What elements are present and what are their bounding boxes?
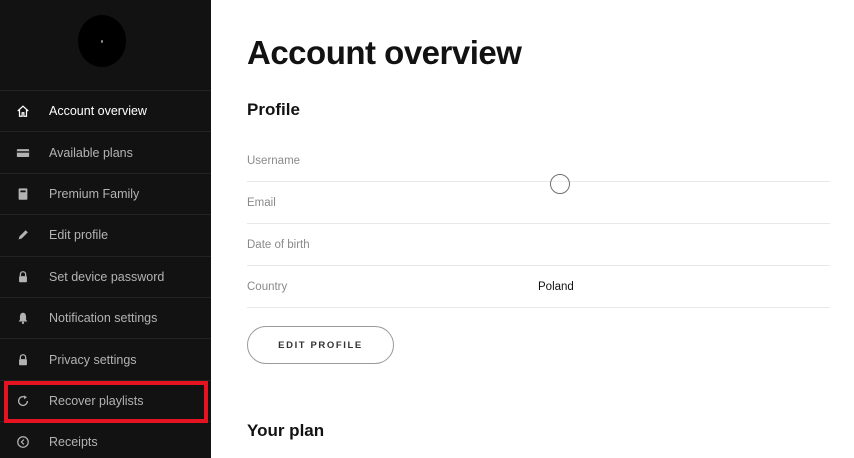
profile-row-email: Email	[247, 182, 830, 224]
sidebar-item-label: Premium Family	[49, 186, 140, 201]
row-label: Country	[247, 280, 288, 293]
sidebar-item-edit-profile[interactable]: Edit profile	[0, 214, 211, 255]
avatar-dot	[101, 40, 103, 43]
main-content: Account overview Profile Username Email …	[211, 0, 854, 458]
profile-row-username: Username	[247, 140, 830, 182]
edit-profile-button[interactable]: EDIT PROFILE	[247, 326, 394, 364]
sidebar-item-available-plans[interactable]: Available plans	[0, 131, 211, 172]
lock-icon	[15, 352, 31, 368]
row-label: Email	[247, 196, 276, 209]
sidebar-item-premium-family[interactable]: Premium Family	[0, 172, 211, 214]
profile-row-country: Country Poland	[247, 266, 830, 308]
sidebar-item-recover-playlists[interactable]: Recover playlists	[0, 379, 211, 421]
sidebar-item-set-device-password[interactable]: Set device password	[0, 255, 211, 297]
sidebar-item-label: Account overview	[49, 104, 147, 119]
sidebar-item-account-overview[interactable]: Account overview	[0, 90, 211, 131]
sidebar-item-label: Receipts	[49, 435, 98, 450]
page-title: Account overview	[247, 34, 522, 71]
sidebar-item-label: Recover playlists	[49, 393, 144, 408]
sidebar: Account overview Available plans Premium…	[0, 0, 211, 458]
cursor-ring	[550, 174, 570, 194]
sidebar-item-label: Notification settings	[49, 311, 158, 326]
profile-heading: Profile	[247, 100, 300, 119]
avatar[interactable]	[78, 15, 126, 67]
refresh-icon	[15, 393, 31, 409]
sidebar-item-notification-settings[interactable]: Notification settings	[0, 296, 211, 338]
sidebar-item-receipts[interactable]: Receipts	[0, 421, 211, 458]
sidebar-item-label: Available plans	[49, 145, 133, 160]
lock-icon	[15, 269, 31, 285]
home-icon	[15, 103, 31, 119]
row-label: Date of birth	[247, 238, 310, 251]
sidebar-item-label: Set device password	[49, 269, 165, 284]
plan-heading: Your plan	[247, 421, 325, 440]
device-icon	[15, 186, 31, 202]
row-value: Poland	[538, 280, 574, 293]
sidebar-nav: Account overview Available plans Premium…	[0, 90, 211, 458]
sidebar-item-privacy-settings[interactable]: Privacy settings	[0, 338, 211, 379]
avatar-area	[0, 0, 211, 90]
profile-row-date-of-birth: Date of birth	[247, 224, 830, 266]
bell-icon	[15, 310, 31, 326]
row-label: Username	[247, 154, 301, 167]
sidebar-item-label: Privacy settings	[49, 352, 137, 367]
receipt-icon	[15, 434, 31, 450]
sidebar-item-label: Edit profile	[49, 228, 109, 243]
pencil-icon	[15, 227, 31, 243]
card-icon	[15, 145, 31, 161]
